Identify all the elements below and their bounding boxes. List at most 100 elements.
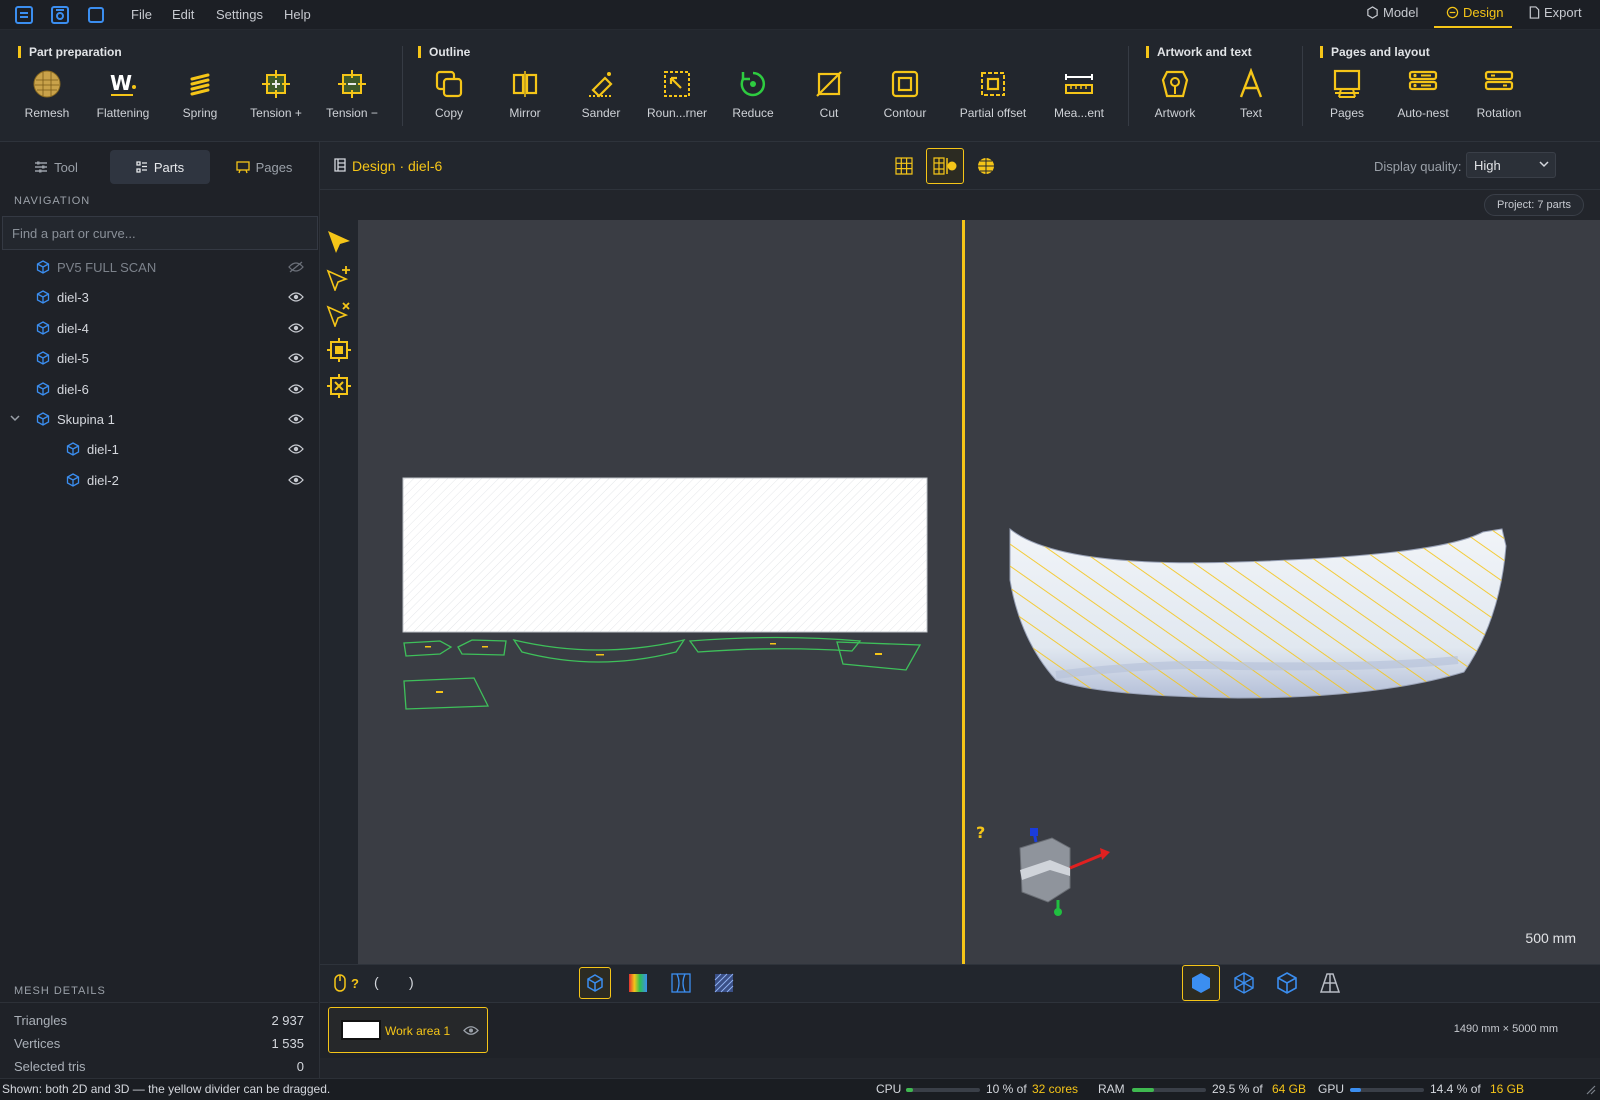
tree-item[interactable]: diel-3 [0, 282, 318, 312]
contour-button[interactable]: Contour [868, 68, 942, 138]
partial-offset-button[interactable]: Partial offset [956, 68, 1030, 138]
copy-button[interactable]: Copy [412, 68, 486, 138]
tree-item[interactable]: PV5 FULL SCAN [0, 252, 318, 282]
tree-item-label: diel-2 [87, 472, 119, 488]
deselect-button[interactable] [323, 370, 355, 402]
cpu-meter-fill [906, 1088, 914, 1092]
canvas-svg: ? [402, 220, 1507, 964]
flat-part[interactable] [403, 640, 453, 657]
select-tool-button[interactable] [323, 226, 355, 258]
project-badge: Project: 7 parts [1484, 194, 1584, 216]
eye-icon[interactable] [288, 413, 304, 425]
view-split-button[interactable] [926, 148, 964, 184]
svg-text:W: W [110, 71, 132, 95]
menu-edit[interactable]: Edit [172, 7, 194, 22]
mode-design[interactable]: Design [1446, 5, 1503, 20]
cut-button[interactable]: Cut [792, 68, 866, 138]
solid-view-button[interactable] [1182, 965, 1220, 1001]
outline-view-button[interactable] [1271, 967, 1303, 999]
tree-item[interactable]: diel-5 [0, 343, 318, 373]
work-area-label: Work area 1 [385, 1024, 451, 1038]
display-quality-select[interactable]: High [1466, 152, 1556, 178]
mouse-icon[interactable] [334, 974, 346, 995]
tension-minus-button[interactable]: Tension − [315, 68, 389, 138]
tension-plus-label: Tension + [250, 106, 302, 120]
wireframe-view-button[interactable] [1228, 967, 1260, 999]
tree-item-label: diel-5 [57, 351, 89, 367]
pointer-icon [328, 231, 350, 253]
rotation-button[interactable]: Rotation [1462, 68, 1536, 138]
bracket-right[interactable]: ) [409, 974, 414, 990]
sander-button[interactable]: Sander [564, 68, 638, 138]
shading-mesh-button[interactable] [579, 967, 611, 999]
spring-button[interactable]: Spring [163, 68, 237, 138]
menu-help[interactable]: Help [284, 7, 311, 22]
menu-file[interactable]: File [131, 7, 152, 22]
window-icon[interactable] [86, 5, 106, 25]
flat-part[interactable] [836, 641, 922, 671]
color-map-button[interactable] [622, 967, 654, 999]
tab-pages[interactable]: Pages [214, 150, 314, 184]
new-file-icon[interactable] [14, 5, 34, 25]
tree-item[interactable]: diel-4 [0, 313, 318, 343]
save-icon[interactable] [50, 5, 70, 25]
view-3d-button[interactable] [970, 150, 1002, 182]
texture-button[interactable] [665, 967, 697, 999]
rounder-button[interactable]: Roun...rner [640, 68, 714, 138]
flat-part[interactable] [403, 677, 490, 710]
eye-icon[interactable] [288, 443, 304, 455]
tab-parts[interactable]: Parts [110, 150, 210, 184]
perspective-view-button[interactable] [1314, 967, 1346, 999]
orientation-gizmo[interactable] [1019, 828, 1110, 916]
auto-nest-button[interactable]: Auto-nest [1386, 68, 1460, 138]
mirror-button[interactable]: Mirror [488, 68, 562, 138]
artwork-button[interactable]: Artwork [1138, 68, 1212, 138]
mode-model[interactable]: Model [1366, 5, 1418, 20]
remove-point-tool-button[interactable] [323, 298, 355, 330]
part-search-input[interactable] [2, 216, 318, 250]
text-button[interactable]: Text [1214, 68, 1288, 138]
chevron-down-icon[interactable] [10, 415, 20, 422]
remesh-button[interactable]: Remesh [10, 68, 84, 138]
add-point-tool-button[interactable] [323, 262, 355, 294]
eye-icon[interactable] [288, 322, 304, 334]
group-title-part-preparation: Part preparation [18, 46, 122, 58]
eye-icon[interactable] [463, 1025, 479, 1036]
tab-tool[interactable]: Tool [6, 150, 106, 184]
gizmo-help-mark[interactable]: ? [976, 823, 985, 842]
eye-off-icon[interactable] [288, 261, 304, 273]
tree-item[interactable]: diel-1 [0, 434, 318, 464]
reduce-button[interactable]: Reduce [716, 68, 790, 138]
detail-label: Selected tris [14, 1059, 86, 1074]
flat-part[interactable] [688, 636, 862, 653]
ribbon-divider [1128, 46, 1129, 126]
tree-item[interactable]: diel-2 [0, 465, 318, 495]
hatch-pattern-button[interactable] [708, 967, 740, 999]
tree-item-label: diel-6 [57, 381, 89, 397]
mode-export[interactable]: Export [1528, 5, 1582, 20]
eye-icon[interactable] [288, 474, 304, 486]
tree-item[interactable]: Skupina 1 [0, 404, 318, 434]
view-2d-button[interactable] [888, 150, 920, 182]
eye-icon[interactable] [288, 383, 304, 395]
mouse-help-mark[interactable]: ? [351, 976, 359, 991]
work-area-card[interactable]: Work area 1 [328, 1007, 488, 1053]
menu-settings[interactable]: Settings [216, 7, 263, 22]
tension-plus-icon [262, 70, 290, 98]
select-all-button[interactable] [323, 334, 355, 366]
eye-icon[interactable] [288, 291, 304, 303]
flat-part[interactable] [512, 638, 686, 663]
tree-item[interactable]: diel-6 [0, 374, 318, 404]
design-canvas[interactable]: ? 500 mm [358, 220, 1600, 964]
resize-grip-icon[interactable] [1586, 1085, 1596, 1095]
eye-icon[interactable] [288, 352, 304, 364]
pages-button[interactable]: Pages [1310, 68, 1384, 138]
view-divider[interactable] [962, 220, 965, 964]
flattening-button[interactable]: W Flattening [86, 68, 160, 138]
work-sheet-hatch [402, 477, 928, 633]
gpu-meter-fill [1350, 1088, 1361, 1092]
tension-plus-button[interactable]: Tension + [239, 68, 313, 138]
bracket-left[interactable]: ( [374, 974, 379, 990]
measurement-button[interactable]: Mea...ent [1042, 68, 1116, 138]
3d-part-model[interactable] [1009, 527, 1507, 699]
